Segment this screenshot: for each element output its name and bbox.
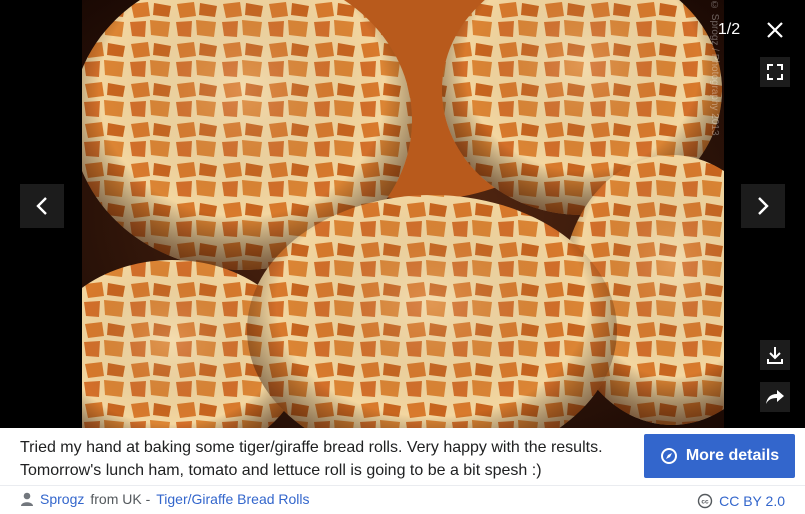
download-button[interactable]: [760, 340, 790, 370]
media-viewer: © Sprogz / Photography 2013 1/2: [0, 0, 805, 428]
share-button[interactable]: [760, 382, 790, 412]
compass-icon: [660, 448, 677, 464]
close-button[interactable]: [760, 14, 790, 46]
author-origin: from UK -: [90, 491, 151, 507]
cc-icon: cc: [697, 493, 713, 509]
caption-area: Tried my hand at baking some tiger/giraf…: [0, 428, 805, 486]
more-details-button[interactable]: More details: [644, 434, 795, 478]
attribution: Sprogz from UK - Tiger/Giraffe Bread Rol…: [20, 491, 310, 507]
attribution-bar: Sprogz from UK - Tiger/Giraffe Bread Rol…: [0, 486, 805, 514]
download-icon: [767, 347, 783, 364]
license-link[interactable]: cc CC BY 2.0: [697, 493, 785, 509]
image-title-link[interactable]: Tiger/Giraffe Bread Rolls: [156, 491, 309, 507]
image-counter: 1/2: [717, 21, 741, 38]
share-icon: [766, 390, 784, 404]
chevron-right-icon: [758, 197, 769, 215]
bread-rolls-image: [82, 0, 724, 428]
next-image-button[interactable]: [741, 184, 785, 228]
svg-text:cc: cc: [701, 499, 709, 506]
user-icon: [21, 492, 33, 506]
previous-image-button[interactable]: [20, 184, 64, 228]
fullscreen-button[interactable]: [760, 57, 790, 87]
photo: © Sprogz / Photography 2013: [82, 0, 724, 428]
more-details-label: More details: [685, 447, 780, 464]
license-label: CC BY 2.0: [719, 493, 785, 509]
author-link[interactable]: Sprogz: [40, 491, 84, 507]
chevron-left-icon: [36, 197, 47, 215]
close-icon: [767, 22, 783, 38]
fullscreen-icon: [767, 64, 783, 80]
image-caption: Tried my hand at baking some tiger/giraf…: [20, 439, 603, 479]
